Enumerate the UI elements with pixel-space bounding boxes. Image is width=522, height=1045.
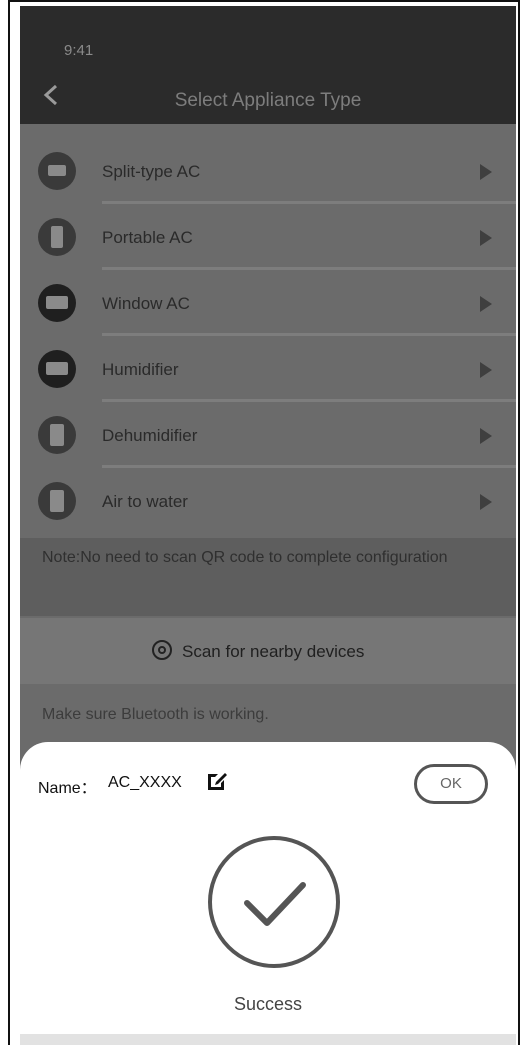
chevron-right-icon (480, 164, 492, 180)
device-name: AC_XXXX (108, 774, 182, 791)
app-header: 9:41 Select Appliance Type (20, 6, 516, 124)
phone-screen: 9:41 Select Appliance Type Split-type AC… (20, 6, 516, 1045)
chevron-right-icon (480, 494, 492, 510)
page-title: Select Appliance Type (174, 90, 362, 111)
list-item-label: Air to water (102, 492, 188, 511)
frame-border-left (8, 0, 10, 1045)
portable-ac-icon (38, 218, 76, 256)
list-item-label: Dehumidifier (102, 426, 198, 445)
list-item-split-ac[interactable]: Split-type AC (20, 138, 516, 204)
status-time: 9:41 (64, 42, 94, 59)
list-item-portable-ac[interactable]: Portable AC (20, 204, 516, 270)
split-ac-icon (38, 152, 76, 190)
chevron-right-icon (480, 428, 492, 444)
list-item-humidifier[interactable]: Humidifier (20, 336, 516, 402)
list-item-window-ac[interactable]: Window AC (20, 270, 516, 336)
list-item-label: Humidifier (102, 360, 179, 379)
note-banner: Note:No need to scan QR code to complete… (20, 538, 516, 616)
chevron-right-icon (480, 230, 492, 246)
list-item-dehumidifier[interactable]: Dehumidifier (20, 402, 516, 468)
checkmark-circle-icon (208, 836, 340, 968)
name-label: Name： (38, 780, 97, 797)
frame-border-top (8, 0, 520, 2)
edit-icon[interactable] (206, 770, 228, 792)
bottom-bar (20, 1034, 516, 1045)
chevron-right-icon (480, 362, 492, 378)
scan-label: Scan for nearby devices (182, 642, 365, 661)
window-ac-icon (38, 284, 76, 322)
list-item-label: Portable AC (102, 228, 193, 247)
humidifier-icon (38, 350, 76, 388)
bluetooth-hint: Make sure Bluetooth is working. (42, 706, 269, 723)
list-item-label: Split-type AC (102, 162, 201, 181)
frame-border-right (518, 0, 520, 1045)
ok-button[interactable]: OK (414, 764, 488, 804)
success-sheet: Name： AC_XXXX OK Success (20, 742, 516, 1045)
success-text: Success (233, 994, 303, 1014)
scan-nearby-button[interactable]: Scan for nearby devices (20, 618, 516, 684)
note-text: Note:No need to scan QR code to complete… (42, 549, 448, 566)
chevron-right-icon (480, 296, 492, 312)
list-item-air-to-water[interactable]: Air to water (20, 468, 516, 534)
air-to-water-icon (38, 482, 76, 520)
list-item-label: Window AC (102, 294, 190, 313)
dehumidifier-icon (38, 416, 76, 454)
scan-icon (152, 640, 172, 660)
